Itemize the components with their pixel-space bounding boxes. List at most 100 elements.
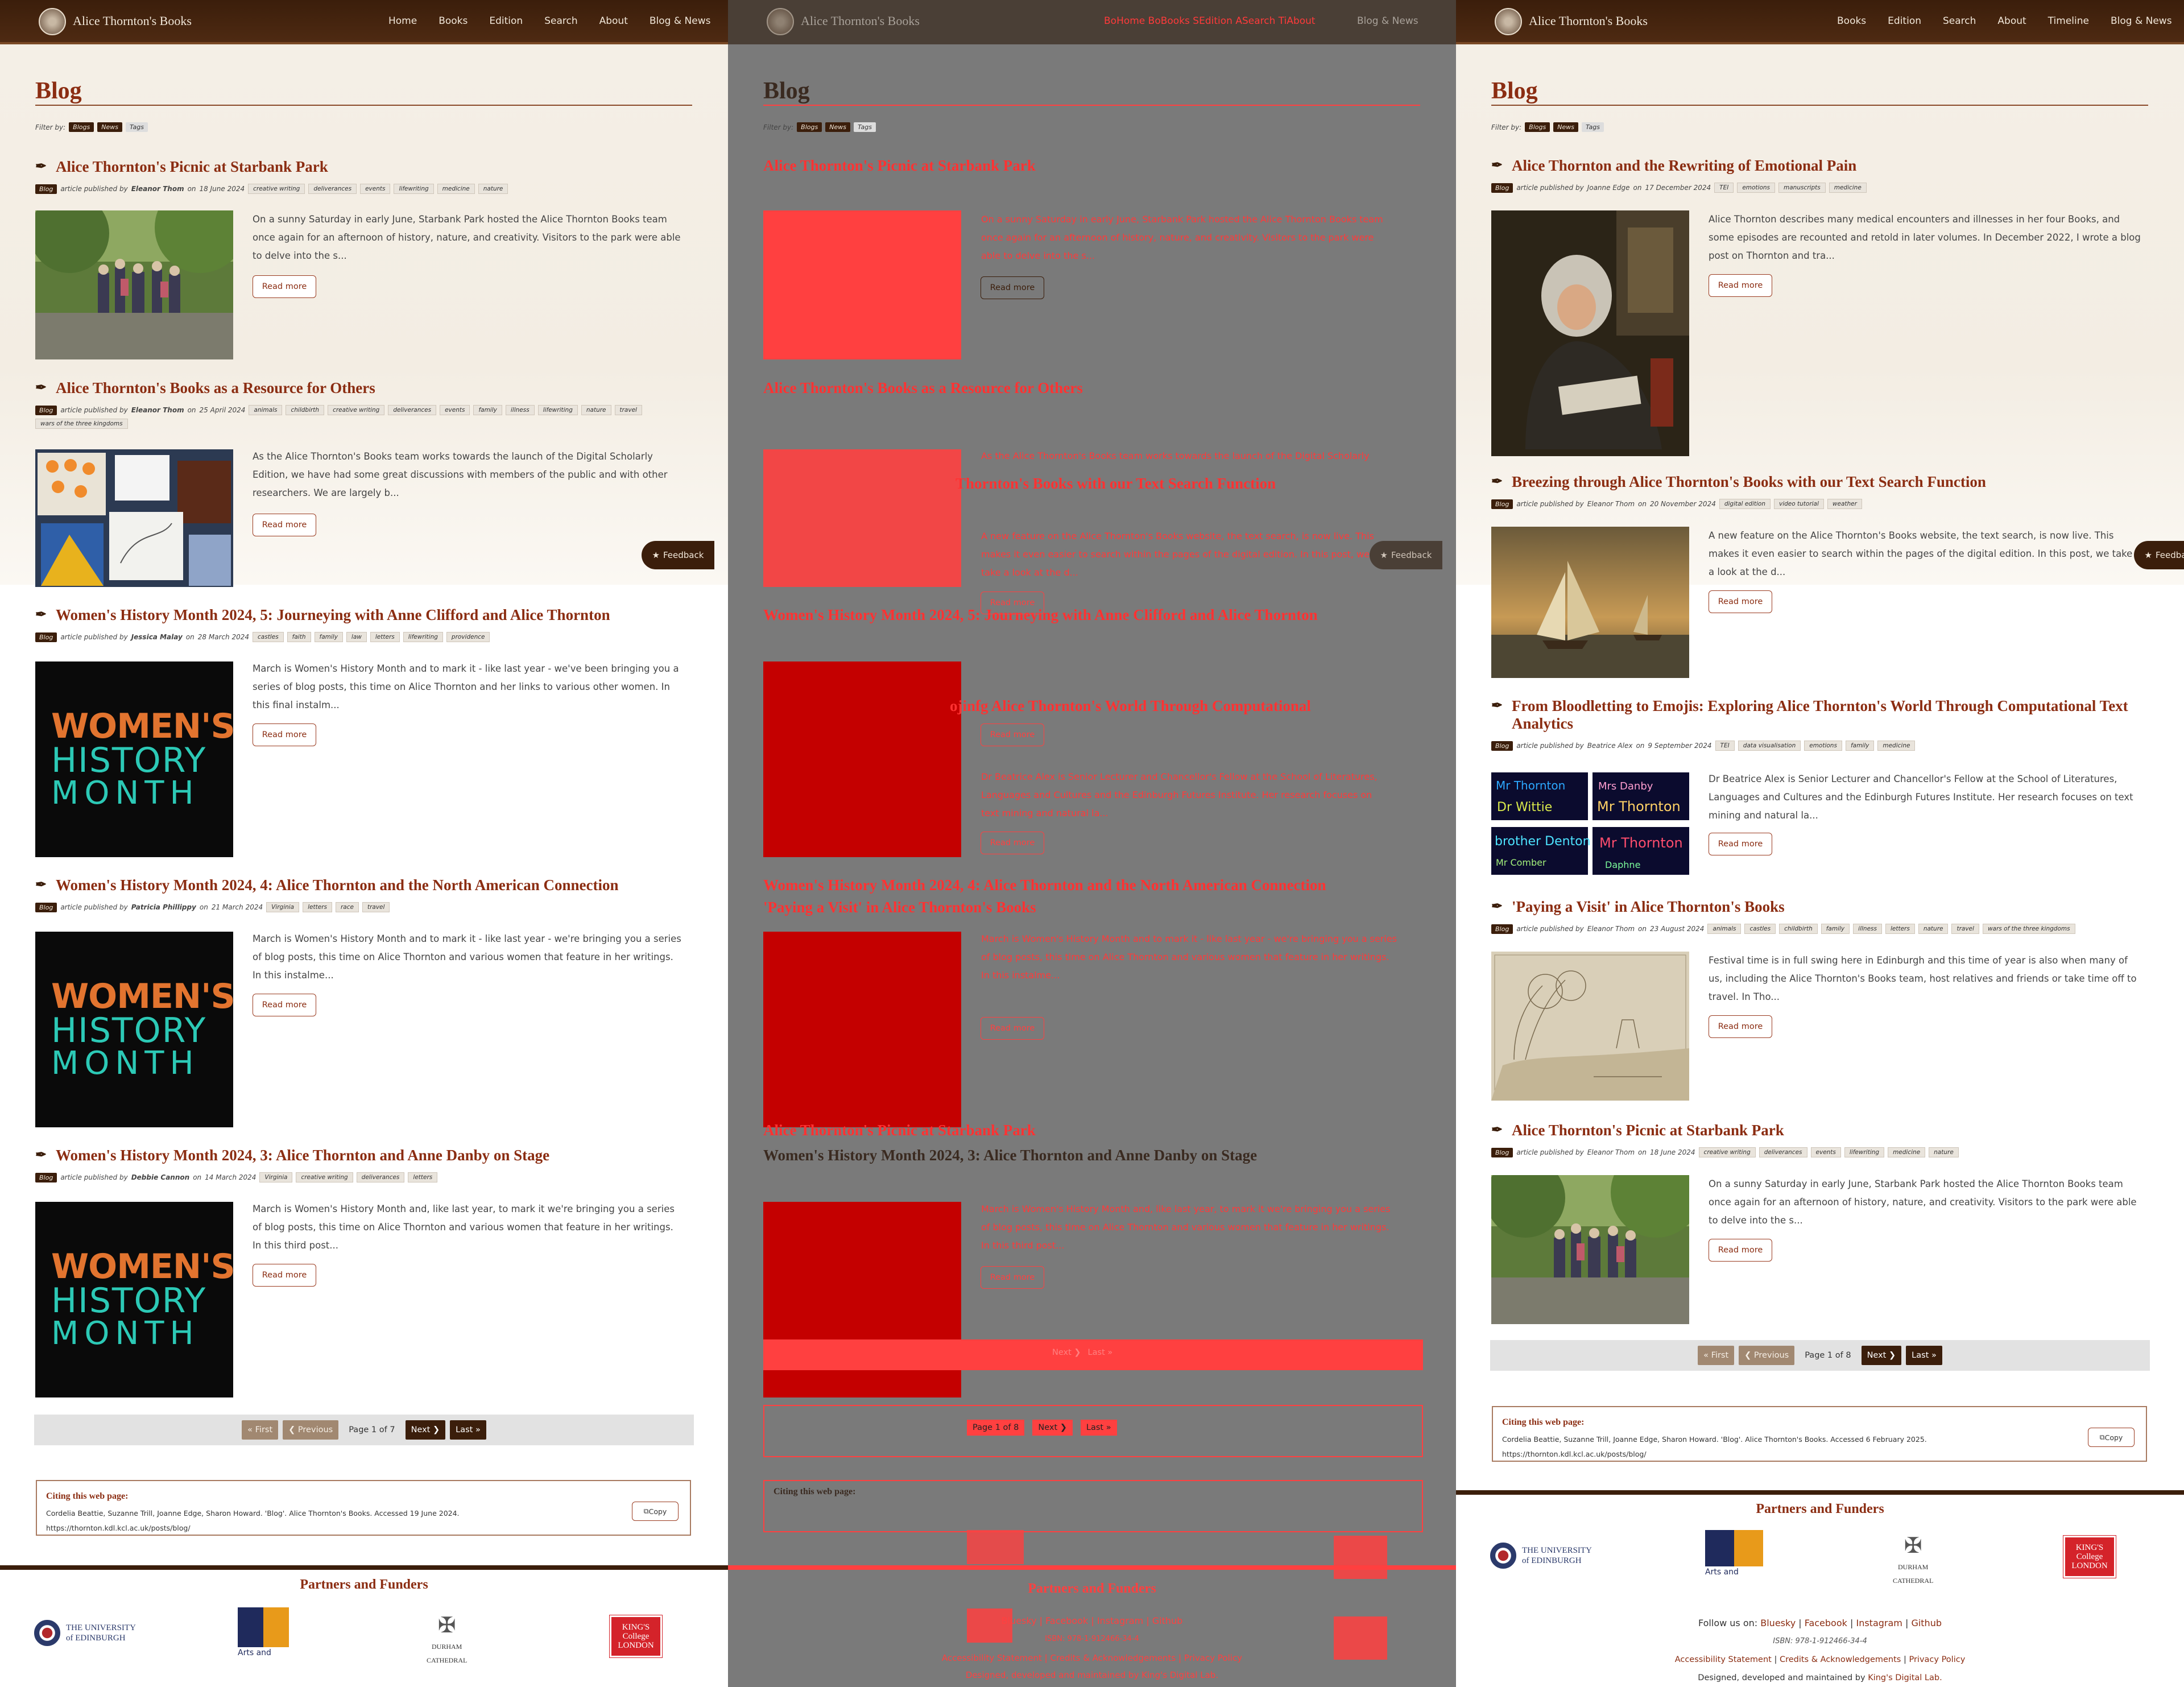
site-title[interactable]: Alice Thornton's Books [73, 14, 192, 28]
logo-kings-college-london[interactable]: KING'S College LONDON [609, 1615, 663, 1658]
link-kdl[interactable]: King's Digital Lab. [1868, 1673, 1942, 1682]
post-tag[interactable]: law [346, 632, 367, 642]
post-category[interactable]: Blog [1491, 1147, 1513, 1157]
link-accessibility[interactable]: Accessibility Statement [1675, 1655, 1772, 1664]
post-tag[interactable]: childbirth [1779, 924, 1818, 934]
post-tag[interactable]: weather [1827, 499, 1862, 509]
post-tag[interactable]: wars of the three kingdoms [35, 419, 128, 429]
post-tag[interactable]: lifewriting [537, 405, 578, 415]
post-tag[interactable]: animals [1707, 924, 1742, 934]
post-thumbnail-park[interactable] [1491, 1175, 1689, 1324]
post-tag[interactable]: Virginia [266, 902, 300, 912]
post-thumbnail-wordclouds[interactable]: Mr Thornton Dr Wittie Mrs Danby Mr Thorn… [1491, 770, 1689, 875]
read-more-button[interactable]: Read more [253, 994, 316, 1016]
post-tag[interactable]: creative writing [296, 1172, 353, 1182]
post-category[interactable]: Blog [35, 405, 57, 415]
post-tag[interactable]: creative writing [1698, 1147, 1756, 1157]
post-tag[interactable]: creative writing [248, 184, 305, 194]
post-tag[interactable]: TEI [1714, 183, 1734, 193]
post-thumbnail-park[interactable] [35, 210, 233, 359]
post-tag[interactable]: illness [505, 405, 535, 415]
post-tag[interactable]: wars of the three kingdoms [1982, 924, 2075, 934]
post-tag[interactable]: events [1810, 1147, 1841, 1157]
post-thumbnail-painting-old-woman[interactable] [1491, 210, 1689, 456]
post-tag[interactable]: deliverances [356, 1172, 405, 1182]
post-tag[interactable]: travel [614, 405, 642, 415]
post-title[interactable]: From Bloodletting to Emojis: Exploring A… [1512, 697, 2151, 733]
post-tag[interactable]: family [473, 405, 502, 415]
read-more-button[interactable]: Read more [1709, 274, 1772, 297]
post-tag[interactable]: video tutorial [1773, 499, 1824, 509]
logo-durham-cathedral[interactable]: ✠ DURHAM CATHEDRAL [1893, 1535, 1933, 1585]
post-thumbnail-collage[interactable] [35, 449, 233, 587]
post-tag[interactable]: castles [1744, 924, 1776, 934]
post-tag[interactable]: travel [362, 902, 390, 912]
post-tag[interactable]: creative writing [328, 405, 385, 415]
post-category[interactable]: Blog [35, 184, 57, 194]
post-category[interactable]: Blog [1491, 183, 1513, 193]
post-tag[interactable]: deliverances [1759, 1147, 1807, 1157]
copy-citation-button[interactable]: ⧉ Copy [632, 1502, 679, 1521]
post-tag[interactable]: events [440, 405, 470, 415]
post-tag[interactable]: lifewriting [403, 632, 443, 642]
post-tag[interactable]: Virginia [259, 1172, 293, 1182]
post-tag[interactable]: nature [1929, 1147, 1959, 1157]
post-tag[interactable]: medicine [1829, 183, 1867, 193]
read-more-button[interactable]: Read more [253, 514, 316, 536]
filter-blogs[interactable]: Blogs [1525, 122, 1550, 132]
logo-university-of-edinburgh[interactable]: THE UNIVERSITY of EDINBURGH [34, 1620, 136, 1646]
post-tag[interactable]: emotions [1804, 741, 1842, 751]
post-tag[interactable]: manuscripts [1778, 183, 1826, 193]
post-tag[interactable]: letters [1885, 924, 1915, 934]
post-tag[interactable]: nature [581, 405, 611, 415]
post-title[interactable]: Alice Thornton's Books as a Resource for… [56, 379, 375, 397]
post-category[interactable]: Blog [35, 632, 57, 642]
link-github[interactable]: Github [1911, 1618, 1942, 1628]
post-tag[interactable]: illness [1853, 924, 1882, 934]
post-tag[interactable]: animals [249, 405, 283, 415]
nav-blog-news[interactable]: Blog & News [2111, 15, 2172, 27]
post-tag[interactable]: family [1821, 924, 1850, 934]
read-more-button[interactable]: Read more [1709, 590, 1772, 613]
post-tag[interactable]: race [335, 902, 359, 912]
nav-edition[interactable]: Edition [489, 15, 523, 27]
post-tag[interactable]: data visualisation [1738, 741, 1801, 751]
filter-blogs[interactable]: Blogs [69, 122, 94, 132]
post-title[interactable]: Women's History Month 2024, 5: Journeyin… [56, 606, 610, 624]
nav-blog-news[interactable]: Blog & News [650, 15, 711, 27]
link-bluesky[interactable]: Bluesky [1760, 1618, 1796, 1628]
feedback-button[interactable]: ★Feedback [2134, 541, 2184, 569]
post-title[interactable]: Alice Thornton's Picnic at Starbank Park [56, 158, 328, 176]
logo-kings-college-london[interactable]: KING'S College LONDON [2063, 1535, 2116, 1578]
post-tag[interactable]: medicine [1888, 1147, 1926, 1157]
filter-tags[interactable]: Tags [1581, 122, 1604, 132]
post-category[interactable]: Blog [1491, 741, 1513, 751]
post-tag[interactable]: letters [370, 632, 400, 642]
feedback-button[interactable]: ★Feedback [642, 541, 714, 569]
post-thumbnail-sketch-landscape[interactable] [1491, 952, 1689, 1101]
link-privacy[interactable]: Privacy Policy [1909, 1655, 1965, 1664]
copy-citation-button[interactable]: ⧉ Copy [2088, 1428, 2135, 1447]
post-tag[interactable]: medicine [1877, 741, 1916, 751]
post-title[interactable]: Women's History Month 2024, 3: Alice Tho… [56, 1147, 549, 1164]
post-category[interactable]: Blog [1491, 924, 1513, 934]
read-more-button[interactable]: Read more [253, 275, 316, 298]
post-tag[interactable]: emotions [1737, 183, 1776, 193]
post-tag[interactable]: deliverances [308, 184, 357, 194]
post-thumbnail-painting-ships[interactable] [1491, 527, 1689, 678]
read-more-button[interactable]: Read more [253, 723, 316, 746]
read-more-button[interactable]: Read more [1709, 833, 1772, 855]
post-tag[interactable]: deliverances [388, 405, 437, 415]
logo-ahrc[interactable]: Arts and [1705, 1530, 1763, 1577]
nav-books[interactable]: Books [1837, 15, 1866, 27]
page-prev-button[interactable]: ❮ Previous [1739, 1346, 1795, 1365]
post-tag[interactable]: family [314, 632, 343, 642]
nav-search[interactable]: Search [544, 15, 577, 27]
post-tag[interactable]: lifewriting [394, 184, 434, 194]
post-title[interactable]: Breezing through Alice Thornton's Books … [1512, 473, 1986, 491]
page-first-button[interactable]: « First [242, 1420, 279, 1440]
post-tag[interactable]: childbirth [286, 405, 325, 415]
post-title[interactable]: Alice Thornton's Picnic at Starbank Park [1512, 1122, 1784, 1139]
post-tag[interactable]: providence [446, 632, 490, 642]
link-credits[interactable]: Credits & Acknowledgements [1780, 1655, 1901, 1664]
